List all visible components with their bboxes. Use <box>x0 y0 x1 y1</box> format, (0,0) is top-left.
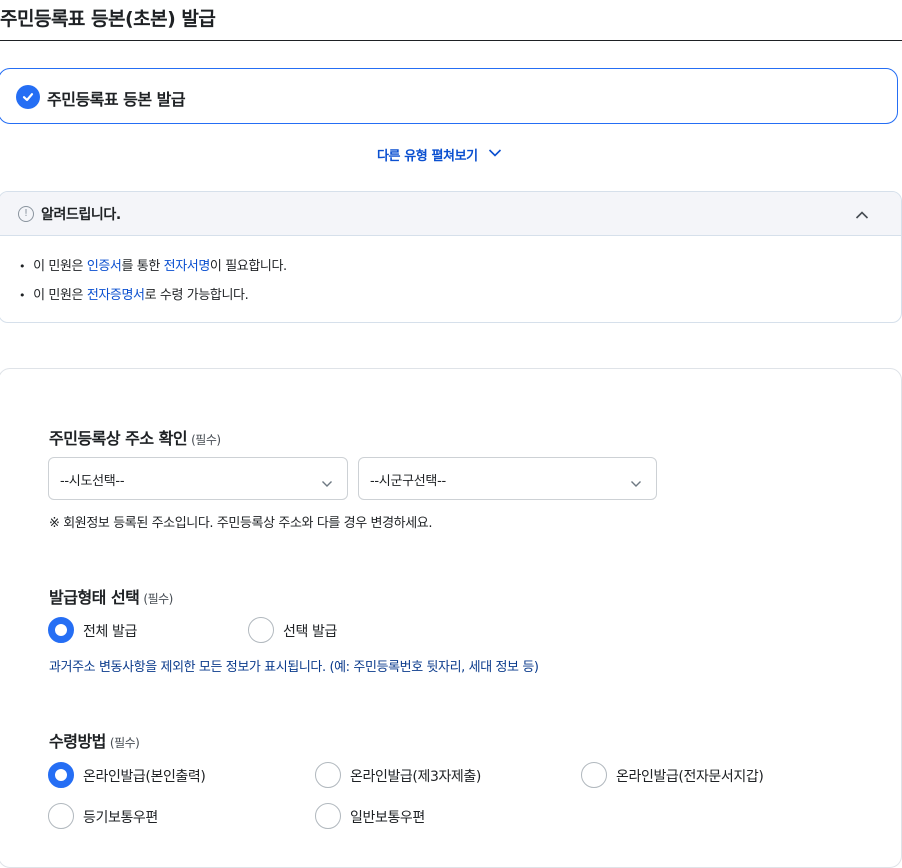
address-note: ※ 회원정보 등록된 주소입니다. 주민등록상 주소와 다를 경우 변경하세요. <box>49 516 433 531</box>
chevron-down-icon <box>488 147 502 162</box>
notice-header: ! 알려드립니다. <box>0 192 901 236</box>
notice-title: 알려드립니다. <box>41 207 121 223</box>
chevron-down-icon <box>630 473 642 492</box>
radio-registered-mail-label[interactable]: 등기보통우편 <box>83 807 158 827</box>
radio-full-issue[interactable] <box>48 617 74 643</box>
expand-other-types-button[interactable]: 다른 유형 펼쳐보기 <box>377 145 502 164</box>
radio-regular-mail-label[interactable]: 일반보통우편 <box>350 807 425 827</box>
radio-partial-issue-label[interactable]: 선택 발급 <box>283 621 337 641</box>
radio-registered-mail[interactable] <box>48 803 74 829</box>
radio-full-issue-label[interactable]: 전체 발급 <box>83 621 137 641</box>
notice-list: 이 민원은 인증서를 통한 전자서명이 필요합니다. 이 민원은 전자증명서로 … <box>19 255 287 313</box>
radio-regular-mail[interactable] <box>315 803 341 829</box>
selected-type-card[interactable]: 주민등록표 등본 발급 <box>0 68 898 124</box>
radio-partial-issue[interactable] <box>248 617 274 643</box>
required-marker: (필수) <box>143 592 173 606</box>
radio-online-self-label[interactable]: 온라인발급(본인출력) <box>83 766 206 786</box>
application-form: 주민등록상 주소 확인 (필수) --시도선택-- --시군구선택-- ※ 회원정… <box>0 368 902 868</box>
radio-online-wallet[interactable] <box>581 762 607 788</box>
radio-online-self[interactable] <box>48 762 74 788</box>
info-icon: ! <box>18 206 34 222</box>
receive-section-label: 수령방법 (필수) <box>49 732 140 751</box>
issue-type-section-label: 발급형태 선택 (필수) <box>49 588 173 607</box>
address-section-label: 주민등록상 주소 확인 (필수) <box>49 429 221 448</box>
notice-panel: ! 알려드립니다. 이 민원은 인증서를 통한 전자서명이 필요합니다. 이 민… <box>0 191 902 323</box>
sido-select-value: --시도선택-- <box>60 474 125 489</box>
notice-item: 이 민원은 인증서를 통한 전자서명이 필요합니다. <box>19 255 287 284</box>
radio-online-third-party[interactable] <box>315 762 341 788</box>
title-divider <box>0 40 902 41</box>
issue-type-note: 과거주소 변동사항을 제외한 모든 정보가 표시됩니다. (예: 주민등록번호 … <box>49 660 539 675</box>
notice-link-e-certificate[interactable]: 전자증명서 <box>87 288 145 303</box>
notice-link-certificate[interactable]: 인증서 <box>87 259 122 274</box>
check-icon <box>16 85 40 109</box>
notice-link-signature[interactable]: 전자서명 <box>164 259 211 274</box>
radio-online-wallet-label[interactable]: 온라인발급(전자문서지갑) <box>616 766 764 786</box>
page-title: 주민등록표 등본(초본) 발급 <box>0 8 216 30</box>
radio-online-third-party-label[interactable]: 온라인발급(제3자제출) <box>350 766 481 786</box>
chevron-up-icon[interactable] <box>855 205 869 224</box>
chevron-down-icon <box>321 473 333 492</box>
sido-select[interactable]: --시도선택-- <box>48 457 348 500</box>
sigungu-select[interactable]: --시군구선택-- <box>358 457 657 500</box>
sigungu-select-value: --시군구선택-- <box>370 474 446 489</box>
expand-label: 다른 유형 펼쳐보기 <box>377 149 478 164</box>
required-marker: (필수) <box>109 736 140 750</box>
notice-item: 이 민원은 전자증명서로 수령 가능합니다. <box>19 284 287 313</box>
selected-type-label: 주민등록표 등본 발급 <box>47 90 186 109</box>
required-marker: (필수) <box>191 433 221 447</box>
